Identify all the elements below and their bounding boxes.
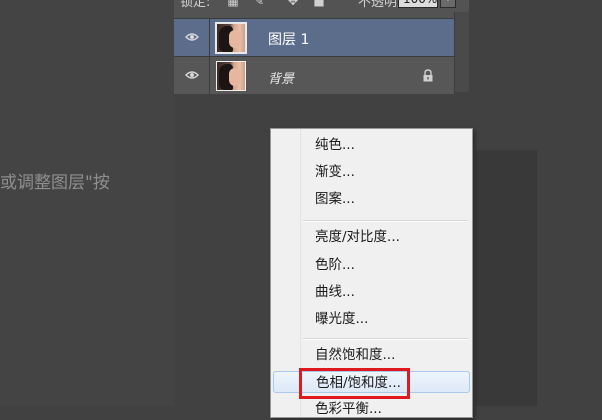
lock-transparent-pixels-icon[interactable]: ▦ (226, 0, 240, 8)
menu-item-label: 色彩平衡... (315, 401, 382, 417)
layer-row-layer-1[interactable]: 图层 1 (174, 18, 454, 56)
menu-item-label: 亮度/对比度... (315, 229, 400, 245)
canvas-background-right (475, 150, 537, 406)
menu-item-gradient[interactable]: 渐变... (273, 161, 470, 183)
menu-item-exposure[interactable]: 曝光度... (273, 308, 470, 330)
opacity-input[interactable]: 100% (398, 0, 438, 8)
menu-separator (303, 220, 468, 222)
menu-item-pattern[interactable]: 图案... (273, 188, 470, 210)
menu-item-brightness-contrast[interactable]: 亮度/对比度... (273, 226, 470, 248)
layer-name[interactable]: 背景 (268, 68, 294, 87)
menu-item-color-balance[interactable]: 色彩平衡... (273, 398, 470, 420)
menu-item-levels[interactable]: 色阶... (273, 254, 470, 276)
layer-visibility-toggle[interactable] (174, 19, 210, 56)
layers-panel-scrollbar[interactable] (454, 12, 469, 92)
menu-item-solid-color[interactable]: 纯色... (273, 134, 470, 156)
lock-label: 锁定: (180, 0, 211, 10)
menu-separator (303, 338, 468, 340)
eye-icon (185, 33, 199, 41)
lock-icon (423, 69, 433, 82)
menu-item-label: 曲线... (315, 284, 355, 300)
menu-item-label: 图案... (315, 191, 355, 207)
canvas-background-left (0, 0, 174, 406)
layer-thumbnail[interactable] (216, 61, 246, 91)
layer-row-background[interactable]: 背景 (174, 56, 454, 94)
layer-thumbnail[interactable] (215, 22, 247, 54)
layer-visibility-toggle[interactable] (174, 57, 210, 94)
background-instruction-text: 或调整图层"按 (0, 173, 110, 193)
menu-item-curves[interactable]: 曲线... (273, 281, 470, 303)
opacity-dropdown-button[interactable]: ▼ (440, 0, 456, 8)
eye-icon (185, 71, 199, 79)
lock-position-icon[interactable]: ✥ (286, 0, 300, 8)
menu-item-vibrance[interactable]: 自然饱和度... (273, 344, 470, 366)
menu-item-label: 自然饱和度... (315, 347, 396, 363)
layers-toolbar: 锁定: ▦ ✎ ✥ ■ 不透明度: 100% ▼ (174, 0, 469, 12)
menu-item-label: 纯色... (315, 137, 355, 153)
lock-all-icon[interactable]: ■ (312, 0, 326, 8)
layers-panel: 锁定: ▦ ✎ ✥ ■ 不透明度: 100% ▼ 图层 1 背景 (174, 0, 469, 94)
menu-item-label: 色阶... (315, 257, 355, 273)
lock-image-pixels-icon[interactable]: ✎ (252, 0, 266, 8)
menu-item-label: 渐变... (315, 164, 355, 180)
layer-name[interactable]: 图层 1 (268, 29, 309, 49)
highlight-annotation-box (299, 368, 410, 399)
menu-item-label: 曝光度... (315, 311, 369, 327)
